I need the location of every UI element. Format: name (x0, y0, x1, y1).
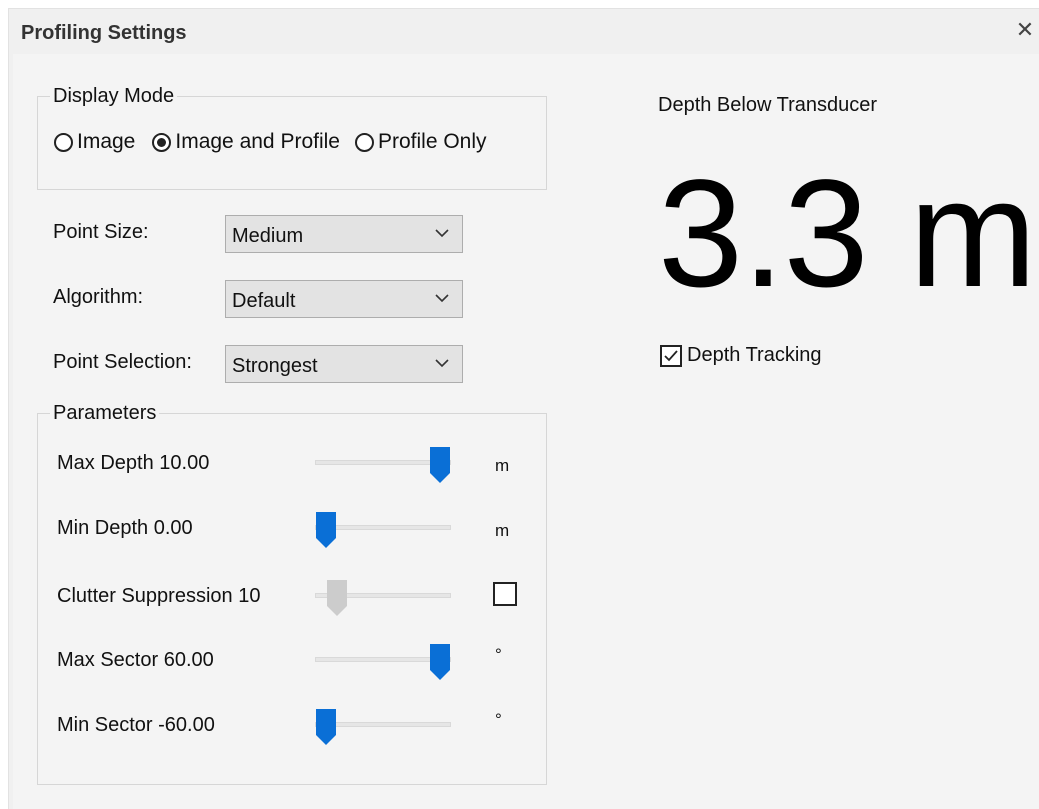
depth-below-transducer-label: Depth Below Transducer (658, 94, 878, 116)
radio-circle-profile-only (354, 132, 374, 152)
radio-profile-only[interactable]: Profile Only (354, 130, 487, 154)
depth-tracking-label: Depth Tracking (687, 344, 822, 366)
algorithm-dropdown[interactable]: Default (225, 280, 463, 318)
radio-image-and-profile-label: Image and Profile (175, 130, 340, 153)
point-size-value: Medium (232, 225, 304, 247)
chevron-down-icon (435, 229, 449, 238)
min-sector-unit: ° (495, 710, 502, 729)
point-size-label: Point Size: (53, 221, 149, 243)
point-size-dropdown[interactable]: Medium (225, 215, 463, 253)
clutter-suppression-slider[interactable] (315, 579, 451, 619)
radio-profile-only-label: Profile Only (377, 130, 487, 153)
slider-thumb[interactable] (429, 643, 451, 681)
radio-circle-image (54, 132, 73, 152)
min-depth-unit: m (495, 521, 510, 540)
max-sector-unit: ° (495, 645, 502, 664)
slider-thumb[interactable] (315, 708, 337, 746)
chevron-down-icon (435, 359, 449, 368)
dialog-content: Display Mode Image Image and Profile Pro… (13, 54, 1039, 809)
max-depth-unit: m (495, 456, 510, 475)
clutter-suppression-label: Clutter Suppression 10 (57, 585, 261, 607)
slider-thumb[interactable] (315, 511, 337, 549)
max-depth-label: Max Depth 10.00 (57, 452, 210, 474)
parameters-label: Parameters (50, 402, 160, 425)
close-icon[interactable]: ✕ (1012, 17, 1038, 43)
slider-thumb[interactable] (429, 446, 451, 484)
display-mode-group: Display Mode Image Image and Profile Pro… (37, 85, 547, 190)
min-sector-label: Min Sector -60.00 (57, 714, 215, 736)
max-sector-label: Max Sector 60.00 (57, 649, 214, 671)
max-sector-slider[interactable] (315, 643, 451, 683)
radio-image-and-profile[interactable]: Image and Profile (152, 130, 340, 154)
algorithm-value: Default (232, 290, 296, 312)
point-selection-value: Strongest (232, 355, 318, 377)
clutter-suppression-checkbox[interactable] (493, 582, 517, 606)
title-bar: Profiling Settings ✕ (9, 9, 1039, 54)
depth-tracking-box (660, 344, 682, 367)
depth-value: 3.3 m (658, 148, 1037, 319)
display-mode-label: Display Mode (50, 85, 178, 108)
checkmark-icon (664, 349, 678, 361)
min-depth-label: Min Depth 0.00 (57, 517, 193, 539)
point-selection-label: Point Selection: (53, 351, 192, 373)
slider-thumb[interactable] (326, 579, 348, 617)
display-mode-options: Image Image and Profile Profile Only (54, 130, 496, 154)
profiling-settings-window: Profiling Settings ✕ Display Mode Image … (8, 8, 1039, 809)
min-depth-slider[interactable] (315, 511, 451, 551)
radio-circle-image-and-profile (152, 132, 172, 152)
chevron-down-icon (435, 294, 449, 303)
depth-tracking-checkbox[interactable]: Depth Tracking (660, 344, 822, 367)
window-title: Profiling Settings (21, 22, 187, 44)
point-selection-dropdown[interactable]: Strongest (225, 345, 463, 383)
algorithm-label: Algorithm: (53, 286, 144, 308)
radio-image[interactable]: Image (54, 130, 135, 154)
radio-image-label: Image (77, 130, 136, 153)
min-sector-slider[interactable] (315, 708, 451, 748)
max-depth-slider[interactable] (315, 446, 451, 486)
